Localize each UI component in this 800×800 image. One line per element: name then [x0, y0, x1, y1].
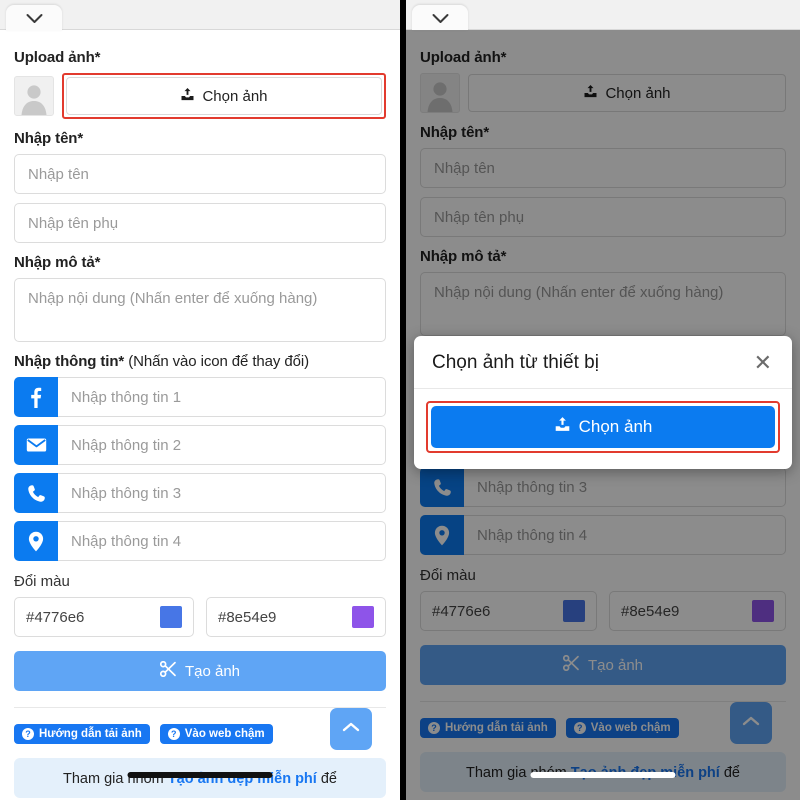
facebook-icon-button[interactable] — [14, 377, 58, 417]
badge-guide-label: Hướng dẫn tải ảnh — [39, 728, 142, 740]
badge-slow-web-label: Vào web chậm — [184, 728, 265, 740]
badge-guide[interactable]: ? Hướng dẫn tải ảnh — [14, 724, 150, 744]
image-creator-form: Upload ảnh* Chọn ảnh Nhập tên* Nhập tên … — [0, 30, 400, 798]
color-swatch-2[interactable] — [352, 606, 374, 628]
chevron-down-icon — [26, 13, 43, 24]
info-label-bold: Nhập thông tin* — [14, 353, 125, 370]
upload-icon — [180, 87, 195, 106]
screenshot-comparison: Upload ảnh* Chọn ảnh Nhập tên* Nhập tên … — [0, 0, 800, 800]
browser-tab-collapse-right[interactable] — [412, 5, 468, 31]
phone-icon — [27, 484, 46, 503]
avatar — [14, 76, 54, 116]
badge-slow-web[interactable]: ? Vào web chậm — [159, 724, 273, 744]
color-label: Đổi màu — [14, 573, 70, 590]
description-label: Nhập mô tả* — [14, 254, 101, 271]
upload-row: Chọn ảnh — [14, 73, 386, 119]
close-icon[interactable]: ✕ — [752, 352, 774, 374]
choose-image-modal: Chọn ảnh từ thiết bị ✕ Chọn ảnh — [414, 336, 792, 469]
upload-label: Upload ảnh* — [14, 49, 101, 66]
chevron-down-icon — [432, 13, 449, 24]
modal-choose-image-button[interactable]: Chọn ảnh — [431, 406, 775, 448]
color-value-2: #8e54e9 — [218, 608, 277, 626]
group-invite-note: Tham gia nhóm Tạo ảnh đẹp miễn phí để — [14, 758, 386, 798]
envelope-icon-button[interactable] — [14, 425, 58, 465]
modal-choose-image-label: Chọn ảnh — [578, 417, 653, 436]
question-circle-icon: ? — [167, 728, 180, 740]
modal-title: Chọn ảnh từ thiết bị — [432, 352, 599, 373]
name-label: Nhập tên* — [14, 130, 84, 147]
color-swatch-1[interactable] — [160, 606, 182, 628]
modal-body: Chọn ảnh — [414, 389, 792, 469]
question-circle-icon: ? — [22, 728, 34, 740]
browser-chrome-right — [406, 0, 800, 31]
generate-image-button[interactable]: Tạo ảnh — [14, 651, 386, 691]
chevron-up-icon — [342, 720, 360, 738]
phone-icon-button[interactable] — [14, 473, 58, 513]
choose-image-highlight: Chọn ảnh — [62, 73, 386, 119]
browser-chrome — [0, 0, 400, 31]
subname-input[interactable]: Nhập tên phụ — [14, 203, 386, 243]
chrome-background — [62, 6, 400, 29]
location-pin-icon — [28, 531, 44, 552]
description-textarea[interactable]: Nhập nội dung (Nhấn enter để xuống hàng) — [14, 278, 386, 342]
info-row-1: Nhập thông tin 1 — [14, 377, 386, 417]
location-pin-icon-button[interactable] — [14, 521, 58, 561]
info-input-3[interactable]: Nhập thông tin 3 — [58, 473, 386, 513]
choose-image-label: Chọn ảnh — [202, 87, 268, 105]
scissors-icon — [159, 660, 177, 681]
user-placeholder-icon — [17, 81, 51, 115]
facebook-icon — [30, 387, 42, 408]
chrome-background-right — [468, 6, 800, 29]
panel-after: Upload ảnh* Chọn ảnh Nhập tên* Nhập tên … — [400, 0, 800, 800]
home-indicator — [127, 772, 273, 778]
browser-tab-collapse[interactable] — [6, 5, 62, 31]
envelope-icon — [26, 437, 47, 453]
color-row: #4776e6 #8e54e9 — [14, 597, 386, 637]
info-label-hint: (Nhấn vào icon để thay đổi) — [124, 353, 309, 370]
info-label: Nhập thông tin* (Nhấn vào icon để thay đ… — [14, 353, 386, 370]
upload-icon — [554, 416, 571, 438]
info-row-4: Nhập thông tin 4 — [14, 521, 386, 561]
color-input-2[interactable]: #8e54e9 — [206, 597, 386, 637]
generate-image-label: Tạo ảnh — [184, 662, 241, 680]
footer-area: ? Hướng dẫn tải ảnh ? Vào web chậm — [14, 708, 386, 750]
scroll-to-top-button[interactable] — [330, 708, 372, 750]
info-row-2: Nhập thông tin 2 — [14, 425, 386, 465]
name-input[interactable]: Nhập tên — [14, 154, 386, 194]
home-indicator-right — [530, 772, 676, 778]
color-value-1: #4776e6 — [26, 608, 85, 626]
info-input-2[interactable]: Nhập thông tin 2 — [58, 425, 386, 465]
color-input-1[interactable]: #4776e6 — [14, 597, 194, 637]
modal-header: Chọn ảnh từ thiết bị ✕ — [414, 336, 792, 389]
modal-button-highlight: Chọn ảnh — [426, 401, 780, 453]
divider — [14, 707, 386, 708]
info-row-3: Nhập thông tin 3 — [14, 473, 386, 513]
info-input-4[interactable]: Nhập thông tin 4 — [58, 521, 386, 561]
panel-before: Upload ảnh* Chọn ảnh Nhập tên* Nhập tên … — [0, 0, 400, 800]
info-input-1[interactable]: Nhập thông tin 1 — [58, 377, 386, 417]
choose-image-button[interactable]: Chọn ảnh — [66, 77, 382, 115]
note-suffix: để — [316, 771, 337, 787]
